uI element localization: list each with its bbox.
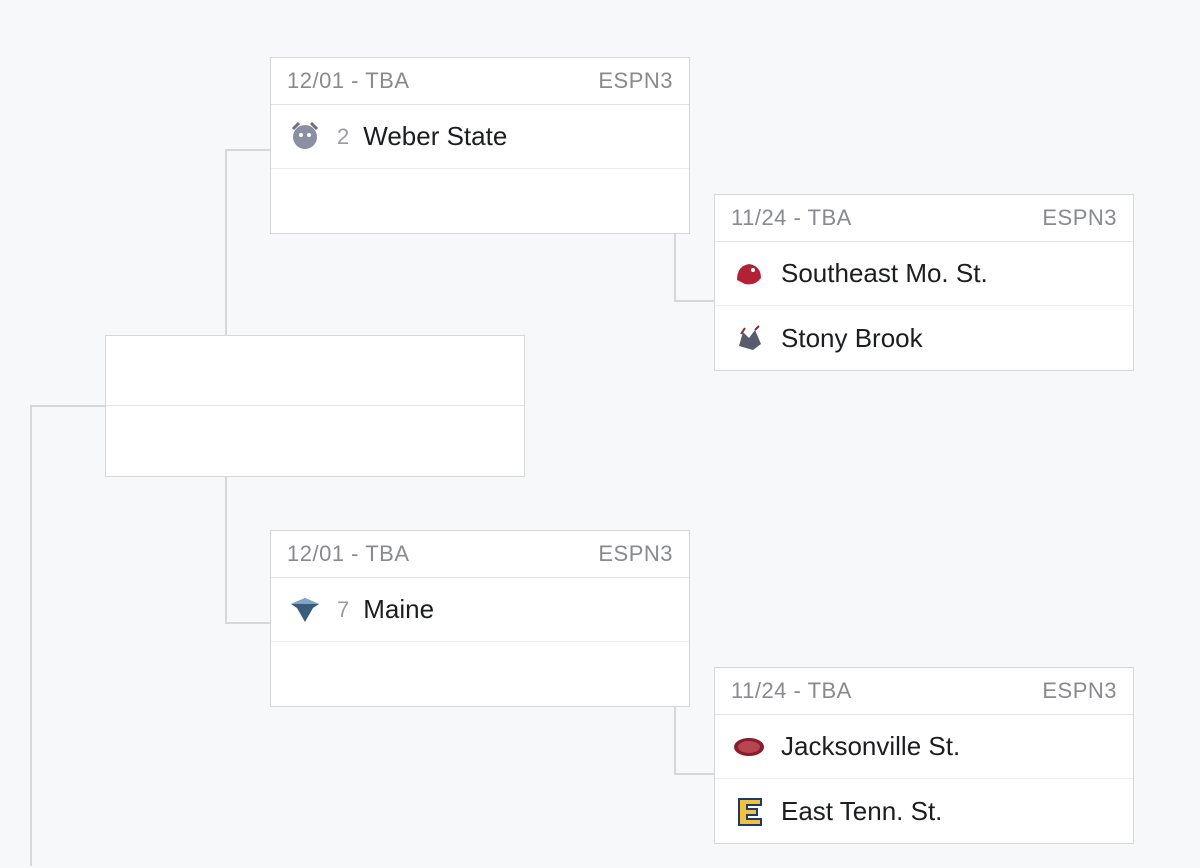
matchup-network: ESPN3 xyxy=(598,541,673,567)
team-row[interactable]: East Tenn. St. xyxy=(715,779,1133,843)
team-name: East Tenn. St. xyxy=(781,796,942,827)
team-name: Maine xyxy=(363,594,434,625)
connector-line xyxy=(225,150,227,335)
matchup-card-semi-top[interactable]: 12/01 - TBA ESPN3 2 Weber State xyxy=(270,57,690,234)
team-row[interactable]: 7 Maine xyxy=(271,578,689,642)
jacksonville-st-logo-icon xyxy=(731,729,767,765)
matchup-header: 12/01 - TBA ESPN3 xyxy=(271,58,689,105)
matchup-card-semi-bottom[interactable]: 12/01 - TBA ESPN3 7 Maine xyxy=(270,530,690,707)
connector-line xyxy=(225,149,270,151)
matchup-date-time: 11/24 - TBA xyxy=(731,678,852,704)
weber-state-logo-icon xyxy=(287,119,323,155)
maine-logo-icon xyxy=(287,592,323,628)
stony-brook-logo-icon xyxy=(731,320,767,356)
matchup-header: 11/24 - TBA ESPN3 xyxy=(715,668,1133,715)
team-row-empty xyxy=(271,169,689,233)
matchup-network: ESPN3 xyxy=(1042,678,1117,704)
connector-line xyxy=(30,405,105,407)
semo-logo-icon xyxy=(731,256,767,292)
team-row[interactable]: Stony Brook xyxy=(715,306,1133,370)
matchup-date-time: 11/24 - TBA xyxy=(731,205,852,231)
matchup-date-time: 12/01 - TBA xyxy=(287,68,410,94)
team-row-empty xyxy=(106,406,524,476)
matchup-card-first-bottom[interactable]: 11/24 - TBA ESPN3 Jacksonville St. East … xyxy=(714,667,1134,844)
etsu-logo-icon xyxy=(731,793,767,829)
connector-line xyxy=(674,773,714,775)
team-name: Southeast Mo. St. xyxy=(781,258,988,289)
matchup-network: ESPN3 xyxy=(598,68,673,94)
team-name: Weber State xyxy=(363,121,507,152)
matchup-date-time: 12/01 - TBA xyxy=(287,541,410,567)
bracket-stage: 12/01 - TBA ESPN3 2 Weber State 12/01 - … xyxy=(0,0,1200,868)
team-row[interactable]: Jacksonville St. xyxy=(715,715,1133,779)
team-row[interactable]: Southeast Mo. St. xyxy=(715,242,1133,306)
team-row-empty xyxy=(271,642,689,706)
team-row-empty xyxy=(106,336,524,406)
matchup-card-first-top[interactable]: 11/24 - TBA ESPN3 Southeast Mo. St. Ston… xyxy=(714,194,1134,371)
matchup-header: 11/24 - TBA ESPN3 xyxy=(715,195,1133,242)
team-name: Stony Brook xyxy=(781,323,923,354)
matchup-card-final[interactable] xyxy=(105,335,525,477)
matchup-network: ESPN3 xyxy=(1042,205,1117,231)
team-seed: 7 xyxy=(337,597,349,623)
connector-line xyxy=(225,622,270,624)
team-seed: 2 xyxy=(337,124,349,150)
team-row[interactable]: 2 Weber State xyxy=(271,105,689,169)
matchup-header: 12/01 - TBA ESPN3 xyxy=(271,531,689,578)
connector-line xyxy=(225,475,227,624)
connector-line xyxy=(30,406,32,866)
connector-line xyxy=(674,300,714,302)
team-name: Jacksonville St. xyxy=(781,731,960,762)
